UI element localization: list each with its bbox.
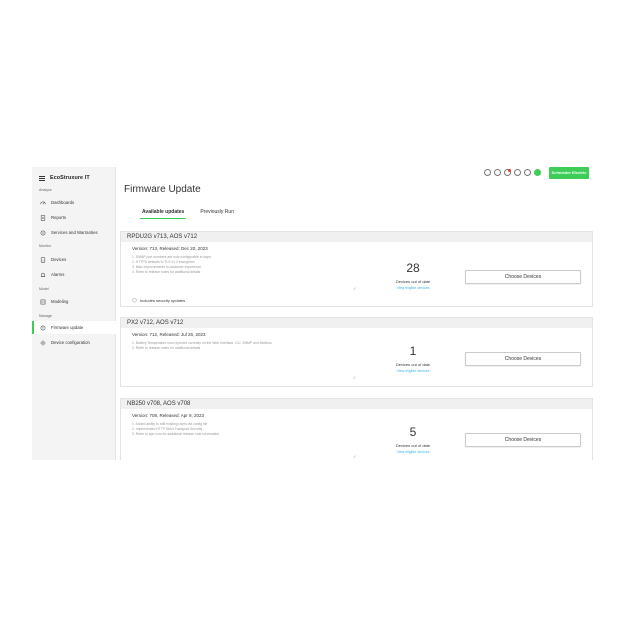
sidebar-item-label: Firmware update — [51, 325, 84, 330]
sidebar-item-devices[interactable]: Devices — [32, 253, 116, 266]
services-icon — [40, 230, 46, 236]
release-notes: 1. Battery Temperature now reported corr… — [132, 341, 272, 351]
release-note: 2. Refer to release notes for additional… — [132, 346, 201, 350]
sidebar-item-label: Devices — [51, 257, 67, 262]
sidebar-item-firmware-update[interactable]: Firmware update — [32, 321, 116, 334]
section-label-manage: Manage — [39, 314, 52, 318]
devices-count-caption: Devices out of date — [395, 362, 431, 367]
section-label-model: Model — [39, 287, 49, 291]
sidebar-item-label: Alarms — [51, 272, 65, 277]
view-eligible-devices-link[interactable]: View eligible devices — [383, 286, 443, 290]
card-version: Version: 713, Released: Dec 20, 2023 — [132, 246, 208, 251]
sidebar-item-reports[interactable]: Reports — [32, 211, 116, 224]
sidebar-item-label: Device configuration — [51, 340, 90, 345]
sidebar-item-device-configuration[interactable]: Device configuration — [32, 336, 116, 349]
card-version: Version: 708, Released: Apr 9, 2023 — [132, 413, 205, 418]
alarm-icon — [40, 272, 46, 278]
sidebar-item-services[interactable]: Services and Warranties — [32, 226, 116, 239]
sidebar: EcoStruxure IT Analyze Dashboards Report… — [32, 167, 116, 460]
release-notes: 1. SNMP port numbers are now configurabl… — [132, 255, 211, 275]
config-icon — [40, 340, 46, 346]
sidebar-item-dashboards[interactable]: Dashboards — [32, 196, 116, 209]
menu-icon[interactable] — [39, 175, 45, 181]
view-eligible-devices-link[interactable]: View eligible devices — [383, 450, 443, 454]
choose-devices-button[interactable]: Choose Devices — [465, 270, 581, 284]
shield-icon — [132, 298, 137, 303]
tab-available-updates[interactable]: Available updates — [140, 209, 187, 219]
settings-icon[interactable] — [514, 169, 521, 176]
device-icon — [40, 256, 46, 263]
app-window: EcoStruxure IT Analyze Dashboards Report… — [32, 167, 593, 460]
sidebar-item-label: Modeling — [51, 299, 69, 304]
release-note: 3. Refer to apc.com for additional relea… — [132, 432, 220, 436]
firmware-icon — [40, 325, 46, 331]
section-label-analyze: Analyze — [39, 188, 52, 192]
devices-count: 5 — [409, 425, 417, 439]
topbar-icons — [484, 169, 541, 176]
modeling-icon — [40, 299, 46, 305]
card-title: RPDU2G v713, AOS v712 — [121, 232, 592, 242]
devices-count: 1 — [409, 344, 417, 358]
status-icon[interactable] — [534, 169, 541, 176]
choose-devices-button[interactable]: Choose Devices — [465, 352, 581, 366]
card-title: NB250 v708, AOS v708 — [121, 399, 592, 409]
resize-handle-icon[interactable]: ⁄⁄ — [354, 286, 355, 291]
release-notes: 1. Added ability to edit existing users … — [132, 422, 219, 437]
security-updates-indicator: Includes security updates — [132, 298, 185, 303]
devices-count-caption: Devices out of date — [395, 279, 431, 284]
release-note: 4. Refer to release notes for additional… — [132, 270, 201, 274]
notification-badge — [508, 169, 511, 172]
sidebar-item-label: Services and Warranties — [51, 230, 98, 235]
notification-icon[interactable] — [504, 169, 511, 176]
globe-icon[interactable] — [524, 169, 531, 176]
help-icon[interactable] — [494, 169, 501, 176]
sidebar-item-label: Reports — [51, 215, 67, 220]
page-title: Firmware Update — [124, 184, 201, 195]
brand: EcoStruxure IT — [39, 172, 90, 184]
security-updates-label: Includes security updates — [140, 298, 186, 303]
brand-name: EcoStruxure IT — [50, 175, 90, 181]
firmware-card: NB250 v708, AOS v708 Version: 708, Relea… — [120, 398, 593, 460]
firmware-card: RPDU2G v713, AOS v712 Version: 713, Rele… — [120, 231, 593, 307]
card-version: Version: 712, Released: Jul 26, 2023 — [132, 332, 206, 337]
report-icon — [40, 214, 46, 221]
view-eligible-devices-link[interactable]: View eligible devices — [383, 369, 443, 373]
section-label-monitor: Monitor — [39, 244, 51, 248]
sidebar-item-label: Dashboards — [51, 200, 75, 205]
sidebar-item-modeling[interactable]: Modeling — [32, 295, 116, 308]
card-title: PX2 v712, AOS v712 — [121, 318, 592, 328]
tab-bar: Available updates Previously Run — [140, 209, 236, 219]
schneider-logo: Schneider Electric — [549, 167, 589, 179]
choose-devices-button[interactable]: Choose Devices — [465, 433, 581, 447]
firmware-card: PX2 v712, AOS v712 Version: 712, Release… — [120, 317, 593, 387]
devices-count-caption: Devices out of date — [395, 443, 431, 448]
gauge-icon — [40, 200, 46, 206]
refresh-icon[interactable] — [484, 169, 491, 176]
resize-handle-icon[interactable]: ⁄⁄ — [354, 375, 355, 380]
sidebar-item-alarms[interactable]: Alarms — [32, 268, 116, 281]
tab-previously-run[interactable]: Previously Run — [198, 209, 236, 219]
devices-count: 28 — [406, 261, 420, 275]
resize-handle-icon[interactable]: ⁄⁄ — [354, 454, 355, 459]
